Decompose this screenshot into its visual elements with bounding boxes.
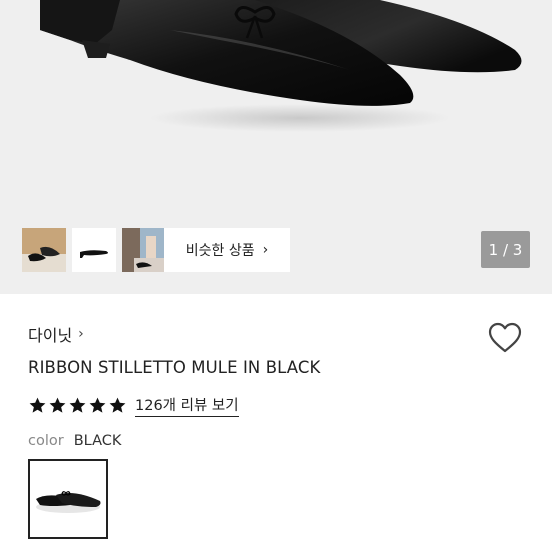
heart-outline-icon[interactable]: [488, 322, 522, 354]
similar-products-button[interactable]: 비슷한 상품 ›: [164, 228, 290, 272]
color-label: color: [28, 433, 64, 449]
swatch-image: [30, 461, 106, 537]
rating-row: 126개 리뷰 보기: [28, 394, 239, 417]
star-filled-icon: [109, 397, 126, 413]
star-filled-icon: [49, 397, 66, 413]
chevron-right-icon: ›: [262, 242, 269, 258]
color-value: BLACK: [73, 433, 122, 449]
similar-products-label: 비슷한 상품: [185, 243, 255, 259]
thumbnail-1[interactable]: [22, 228, 66, 272]
product-info: 다이닛 › RIBBON STILLETTO MULE IN BLACK 126…: [0, 294, 552, 552]
product-image-gallery[interactable]: 비슷한 상품 › 1 / 3: [0, 0, 552, 294]
star-filled-icon: [89, 397, 106, 413]
star-rating: [28, 396, 127, 415]
star-filled-icon: [69, 397, 86, 413]
image-counter: 1 / 3: [481, 231, 530, 268]
chevron-right-icon: ›: [78, 326, 84, 342]
brand-link[interactable]: 다이닛 ›: [28, 322, 84, 346]
review-link[interactable]: 126개 리뷰 보기: [135, 394, 239, 417]
color-option-row: color BLACK: [28, 433, 121, 449]
thumbnail-2[interactable]: [72, 228, 116, 272]
product-title: RIBBON STILLETTO MULE IN BLACK: [28, 358, 321, 377]
color-swatch-black[interactable]: [28, 459, 108, 539]
thumbnail-strip: [22, 228, 166, 272]
thumbnail-3[interactable]: [122, 228, 166, 272]
star-filled-icon: [29, 397, 46, 413]
brand-name: 다이닛: [28, 326, 73, 345]
